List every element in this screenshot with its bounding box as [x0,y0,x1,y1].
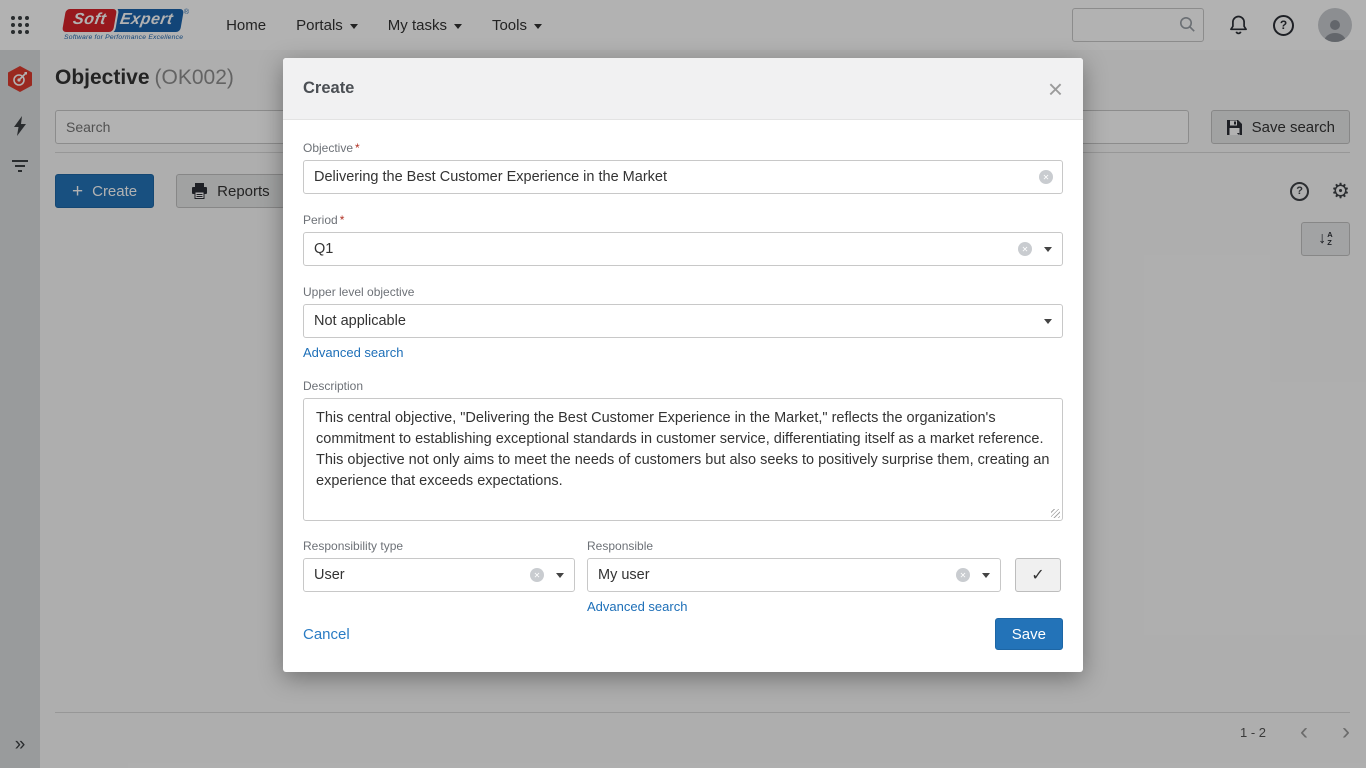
description-field-label: Description [303,379,1063,393]
objective-field-label: Objective * [303,141,1063,155]
period-select[interactable]: Q1 ✕ [303,232,1063,266]
responsibility-type-value: User [314,567,345,583]
required-asterisk: * [339,213,345,227]
cancel-link[interactable]: Cancel [303,626,350,643]
clear-glyph: ✕ [1042,172,1050,182]
responsible-advanced-search-link[interactable]: Advanced search [587,599,687,614]
responsible-field-label: Responsible [587,539,1001,553]
objective-input[interactable] [303,160,1063,194]
label-text: Responsibility type [303,539,404,553]
upper-level-field-label: Upper level objective [303,285,1063,299]
required-asterisk: * [355,141,360,155]
clear-glyph: ✕ [959,570,967,580]
create-objective-modal: Create × Objective* ✕ Period* Q1 ✕ [283,58,1083,672]
upper-level-select[interactable]: Not applicable [303,304,1063,338]
upper-level-value: Not applicable [314,313,406,329]
responsible-select[interactable]: My user ✕ [587,558,1001,592]
label-text: Upper level objective [303,285,415,299]
upper-level-advanced-search-link[interactable]: Advanced search [303,345,403,360]
chevron-down-icon [1044,318,1052,324]
chevron-down-icon [556,572,564,578]
responsibility-type-select[interactable]: User ✕ [303,558,575,592]
clear-icon[interactable]: ✕ [1039,170,1053,184]
period-field-label: Period * [303,213,1063,227]
clear-glyph: ✕ [1021,244,1029,254]
save-label: Save [1011,625,1046,643]
check-icon: ✓ [1031,567,1045,584]
label-text: Description [303,379,364,393]
modal-header: Create × [283,58,1083,120]
save-button[interactable]: Save [994,618,1063,650]
clear-icon[interactable]: ✕ [530,568,544,582]
description-textarea[interactable]: This central objective, "Delivering the … [303,398,1063,521]
clear-icon[interactable]: ✕ [1018,242,1032,256]
responsibility-type-field-label: Responsibility type [303,539,575,553]
chevron-down-icon [982,572,990,578]
responsible-value: My user [598,567,650,583]
period-value: Q1 [314,241,334,257]
label-text: Responsible [587,539,654,553]
chevron-down-icon [1044,246,1052,252]
clear-glyph: ✕ [533,570,541,580]
confirm-responsible-button[interactable]: ✓ [1015,558,1061,592]
label-text: Objective [303,141,354,155]
modal-title: Create [303,79,355,97]
close-icon[interactable]: × [1048,76,1063,102]
label-text: Period [303,213,338,227]
clear-icon[interactable]: ✕ [956,568,970,582]
